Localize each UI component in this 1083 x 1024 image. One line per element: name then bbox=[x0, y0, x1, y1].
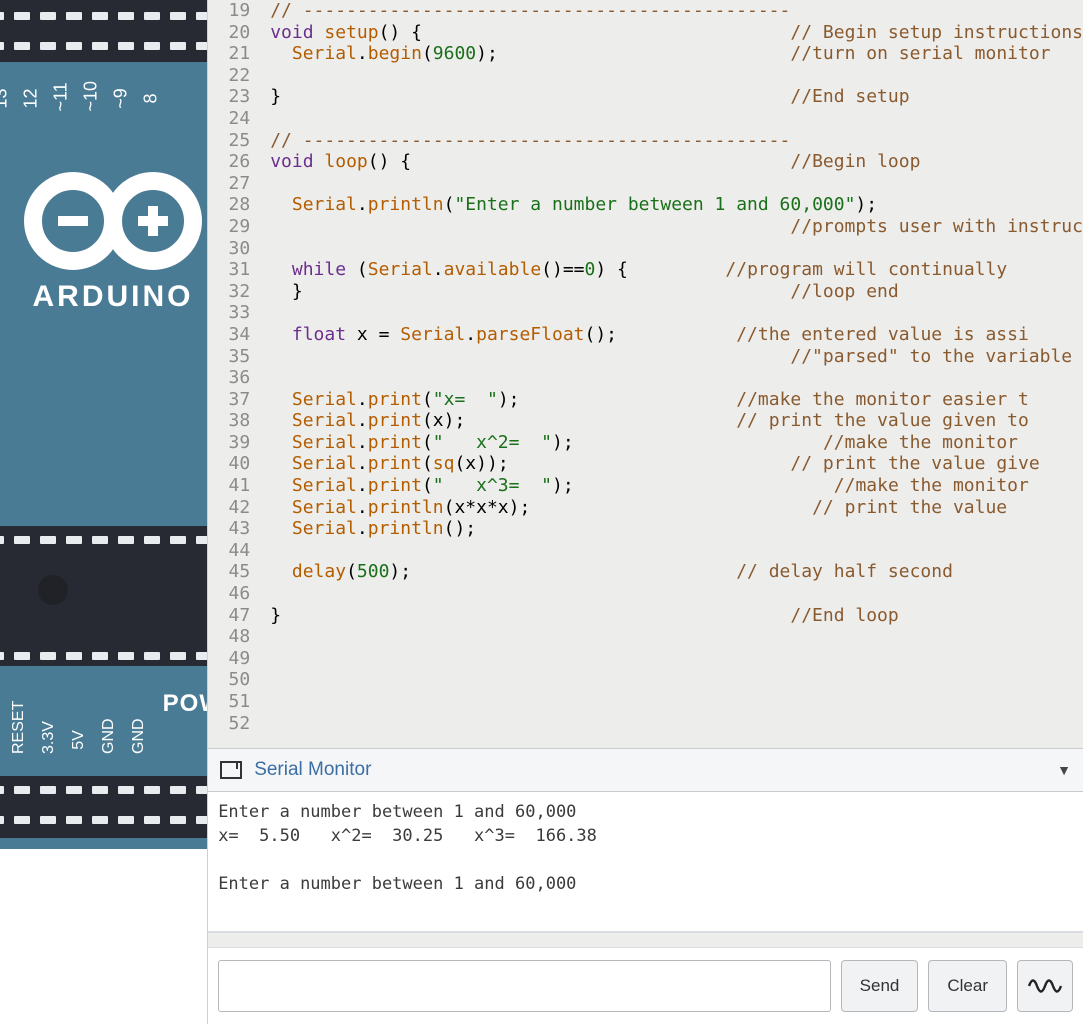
chevron-down-icon[interactable]: ▼ bbox=[1057, 762, 1071, 778]
power-label: POWE bbox=[163, 690, 208, 718]
code-editor[interactable]: 1920212223242526272829303132333435363738… bbox=[208, 0, 1083, 748]
serial-monitor-icon bbox=[220, 761, 242, 779]
waveform-icon bbox=[1028, 973, 1062, 999]
serial-input-row: Send Clear bbox=[208, 948, 1083, 1024]
chip-dot-icon bbox=[38, 575, 68, 605]
arduino-logo-icon bbox=[18, 166, 207, 276]
code-content[interactable]: // -------------------------------------… bbox=[264, 0, 1083, 748]
serial-monitor-title: Serial Monitor bbox=[254, 759, 371, 781]
serial-monitor-output[interactable]: Enter a number between 1 and 60,000 x= 5… bbox=[208, 792, 1083, 932]
clear-button[interactable]: Clear bbox=[928, 960, 1007, 1012]
serial-input[interactable] bbox=[218, 960, 830, 1012]
arduino-board-panel[interactable]: 1312~11~10~98 DI ARDUINO POWE IOREFRESET… bbox=[0, 0, 207, 849]
arduino-logo-text: ARDUINO bbox=[18, 280, 207, 314]
digital-pin-labels: 1312~11~10~98 bbox=[0, 88, 164, 109]
serial-monitor-header[interactable]: Serial Monitor ▼ bbox=[208, 748, 1083, 792]
power-pin-labels: IOREFRESET3.3V5VGNDGND bbox=[0, 720, 164, 760]
line-number-gutter: 1920212223242526272829303132333435363738… bbox=[208, 0, 264, 748]
send-button[interactable]: Send bbox=[841, 960, 919, 1012]
plotter-button[interactable] bbox=[1017, 960, 1073, 1012]
